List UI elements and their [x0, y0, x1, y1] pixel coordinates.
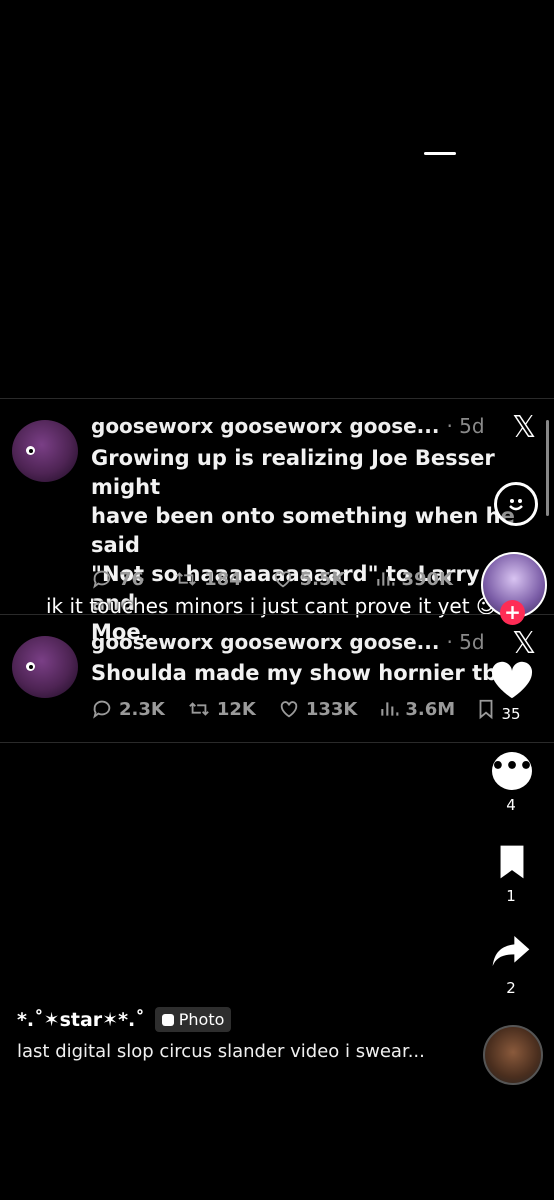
follow-plus-button[interactable]: +: [500, 600, 525, 625]
views-stat: 3.6M: [379, 698, 455, 720]
like-count-side: 35: [501, 705, 521, 723]
comment-button[interactable]: •••: [490, 752, 534, 790]
heart-outline-icon: [274, 571, 291, 588]
tweet2-author-name: gooseworx gooseworx goose...: [91, 630, 440, 654]
retweet-count: 184: [204, 568, 242, 590]
like-count: 133K: [305, 698, 358, 720]
post-username[interactable]: *.˚✶star✶*.˚: [17, 1009, 145, 1031]
views-bar-icon: [377, 572, 395, 586]
views-count: 3.6M: [405, 698, 456, 720]
retweet-stat: 12K: [187, 698, 256, 720]
tweet2-bottom-divider: [0, 742, 554, 743]
save-button[interactable]: [497, 844, 527, 884]
like-stat: 5.5K: [272, 568, 346, 590]
tweet2-header: gooseworx gooseworx goose... · 5d: [91, 630, 485, 654]
tweet1-stats: 76 184 5.5K 390K: [91, 568, 453, 590]
smiley-icon: [509, 499, 523, 511]
tweet1-header: gooseworx gooseworx goose... · 5d: [91, 414, 485, 438]
post-header: *.˚✶star✶*.˚ Photo: [17, 1007, 232, 1032]
music-disc-avatar[interactable]: [483, 1025, 543, 1085]
photo-icon: [161, 1013, 174, 1026]
tweet2-stats: 2.3K 12K 133K 3.6M: [91, 698, 495, 720]
x-logo-icon: 𝕏: [512, 410, 537, 445]
comment-dots-icon: •••: [490, 754, 534, 779]
tweet2-text: Shoulda made my show hornier tbh.: [91, 661, 521, 685]
heart-outline-icon: [280, 701, 298, 718]
reply-count: 76: [119, 568, 145, 590]
reply-stat: 76: [91, 568, 144, 590]
post-description[interactable]: last digital slop circus slander video i…: [17, 1040, 437, 1063]
like-button[interactable]: [490, 660, 534, 704]
reply-count: 2.3K: [119, 698, 165, 720]
tweet2-avatar: [12, 636, 78, 698]
views-count: 390K: [401, 568, 454, 590]
like-stat: 133K: [278, 698, 358, 720]
scrollbar[interactable]: [546, 420, 549, 516]
views-bar-icon: [381, 702, 399, 716]
comment-count: 4: [506, 796, 516, 814]
like-count: 5.5K: [299, 568, 346, 590]
retweet-icon: [189, 702, 209, 716]
tweet1-top-divider: [0, 398, 554, 399]
retweet-count: 12K: [216, 698, 256, 720]
share-button[interactable]: [491, 932, 531, 974]
photo-badge: Photo: [154, 1007, 232, 1032]
x-logo-icon: 𝕏: [512, 626, 537, 661]
views-stat: 390K: [375, 568, 453, 590]
retweet-stat: 184: [174, 568, 242, 590]
share-arrow-icon: [492, 936, 530, 966]
tweet1-line: Growing up is realizing Joe Besser might: [91, 446, 495, 499]
reply-stat: 2.3K: [91, 698, 165, 720]
reply-icon: [93, 570, 111, 589]
emoji-reaction-icon[interactable]: [494, 482, 538, 526]
tweet1-avatar: [12, 420, 78, 482]
tweet1-timestamp: · 5d: [446, 414, 485, 438]
photo-badge-label: Photo: [178, 1010, 225, 1029]
tweet1-author-name: gooseworx gooseworx goose...: [91, 414, 440, 438]
tweet1-line: have been onto something when he said: [91, 504, 515, 557]
bookmark-icon: [500, 845, 524, 879]
heart-icon: [491, 661, 533, 699]
tweet2-timestamp: · 5d: [446, 630, 485, 654]
tweet-divider: [0, 614, 554, 615]
photo-progress-indicator: [424, 152, 456, 155]
reply-icon: [93, 700, 111, 719]
share-count: 2: [506, 979, 516, 997]
save-count: 1: [506, 887, 516, 905]
retweet-icon: [176, 572, 196, 586]
